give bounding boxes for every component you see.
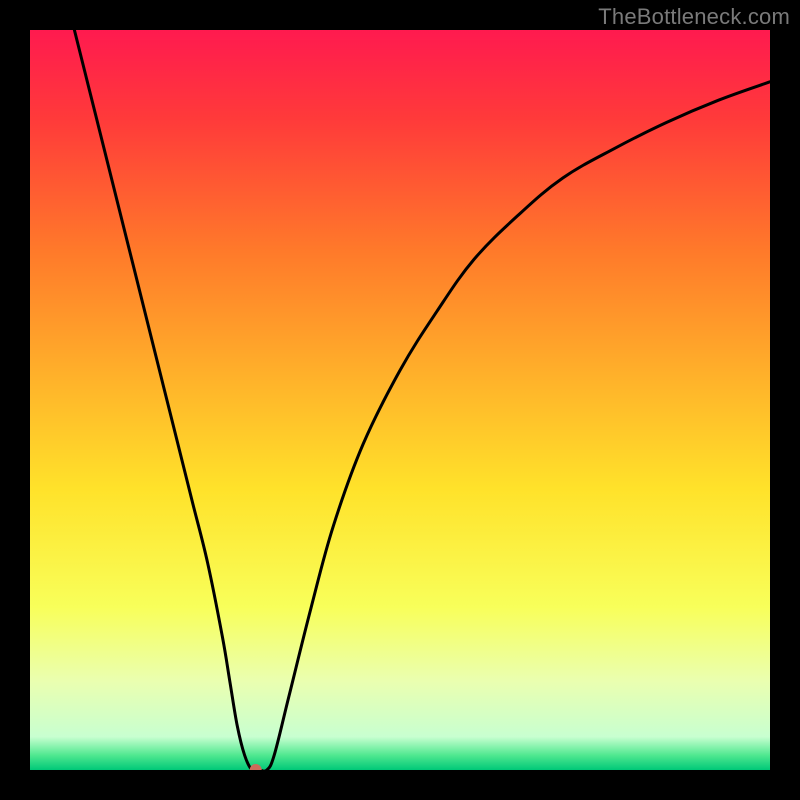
watermark-label: TheBottleneck.com	[598, 4, 790, 30]
plot-area	[30, 30, 770, 770]
gradient-background	[30, 30, 770, 770]
chart-container: TheBottleneck.com	[0, 0, 800, 800]
chart-svg	[30, 30, 770, 770]
